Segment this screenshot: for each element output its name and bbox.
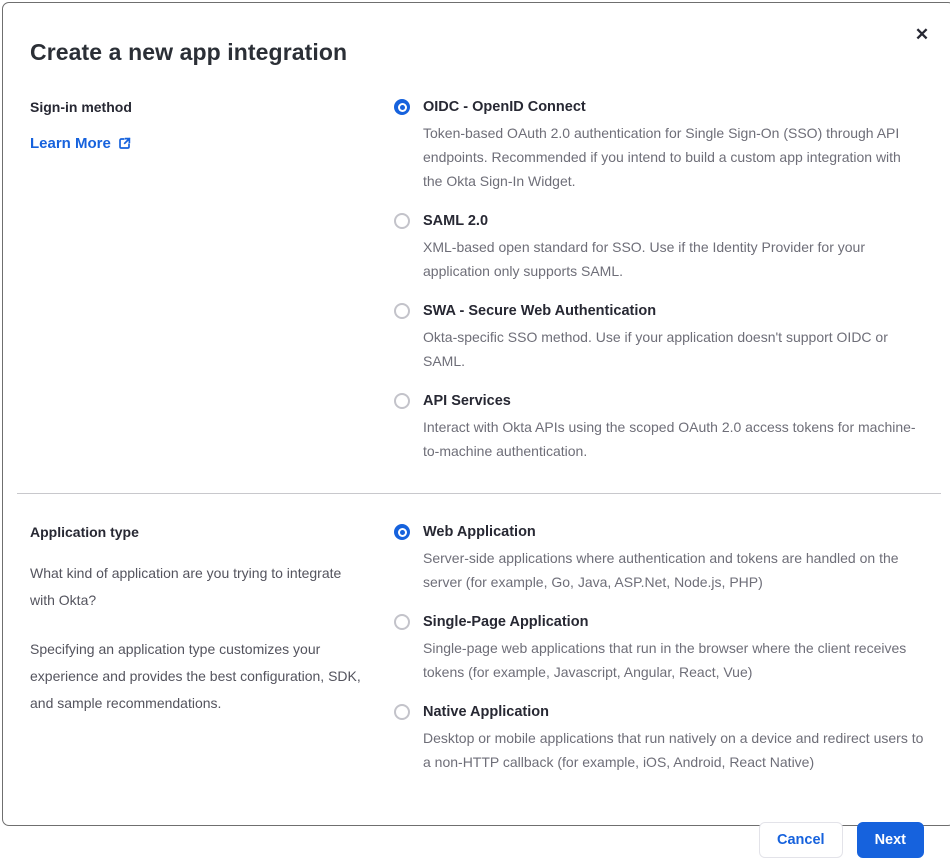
option-description: Token-based OAuth 2.0 authentication for… bbox=[423, 125, 901, 189]
cancel-button[interactable]: Cancel bbox=[759, 822, 843, 858]
radio-icon[interactable] bbox=[394, 303, 410, 319]
option-description: XML-based open standard for SSO. Use if … bbox=[423, 239, 865, 279]
option-description: Single-page web applications that run in… bbox=[423, 640, 907, 680]
option-description: Server-side applications where authentic… bbox=[423, 550, 899, 590]
application-type-label: Application type bbox=[30, 524, 139, 540]
option-label: OIDC - OpenID Connect bbox=[423, 99, 586, 115]
signin-method-label: Sign-in method bbox=[30, 99, 132, 115]
external-link-icon bbox=[117, 136, 132, 151]
radio-icon[interactable] bbox=[394, 99, 410, 115]
next-button[interactable]: Next bbox=[856, 822, 924, 858]
option-label: Single-Page Application bbox=[423, 614, 589, 630]
radio-icon[interactable] bbox=[394, 393, 410, 409]
option-label: Native Application bbox=[423, 704, 549, 720]
option-label: SWA - Secure Web Authentication bbox=[423, 303, 657, 319]
radio-option-api-services[interactable]: API Services Interact with Okta APIs usi… bbox=[394, 391, 924, 463]
radio-option-native-application[interactable]: Native Application Desktop or mobile app… bbox=[394, 702, 924, 774]
radio-icon[interactable] bbox=[394, 704, 410, 720]
option-description: Okta-specific SSO method. Use if your ap… bbox=[423, 329, 888, 369]
radio-icon[interactable] bbox=[394, 524, 410, 540]
signin-method-section: Sign-in method Learn More OIDC - OpenID … bbox=[30, 66, 924, 463]
radio-option-saml[interactable]: SAML 2.0 XML-based open standard for SSO… bbox=[394, 211, 924, 283]
option-description: Desktop or mobile applications that run … bbox=[423, 730, 924, 770]
option-label: Web Application bbox=[423, 524, 536, 540]
radio-icon[interactable] bbox=[394, 614, 410, 630]
learn-more-label: Learn More bbox=[30, 135, 111, 152]
radio-option-web-application[interactable]: Web Application Server-side applications… bbox=[394, 522, 924, 594]
radio-icon[interactable] bbox=[394, 213, 410, 229]
application-type-note: Specifying an application type customize… bbox=[30, 641, 361, 711]
dialog-title: Create a new app integration bbox=[30, 39, 348, 65]
application-type-section: Application type What kind of applicatio… bbox=[30, 494, 924, 774]
close-icon[interactable]: ✕ bbox=[909, 21, 935, 47]
learn-more-link[interactable]: Learn More bbox=[30, 135, 132, 152]
create-app-integration-dialog: ✕ Create a new app integration Sign-in m… bbox=[2, 2, 950, 858]
option-label: SAML 2.0 bbox=[423, 213, 489, 229]
option-description: Interact with Okta APIs using the scoped… bbox=[423, 419, 916, 459]
application-type-question: What kind of application are you trying … bbox=[30, 565, 342, 608]
radio-option-single-page-application[interactable]: Single-Page Application Single-page web … bbox=[394, 612, 924, 684]
dialog-footer: Cancel Next bbox=[30, 822, 924, 858]
option-label: API Services bbox=[423, 393, 511, 409]
radio-option-oidc[interactable]: OIDC - OpenID Connect Token-based OAuth … bbox=[394, 97, 924, 193]
radio-option-swa[interactable]: SWA - Secure Web Authentication Okta-spe… bbox=[394, 301, 924, 373]
